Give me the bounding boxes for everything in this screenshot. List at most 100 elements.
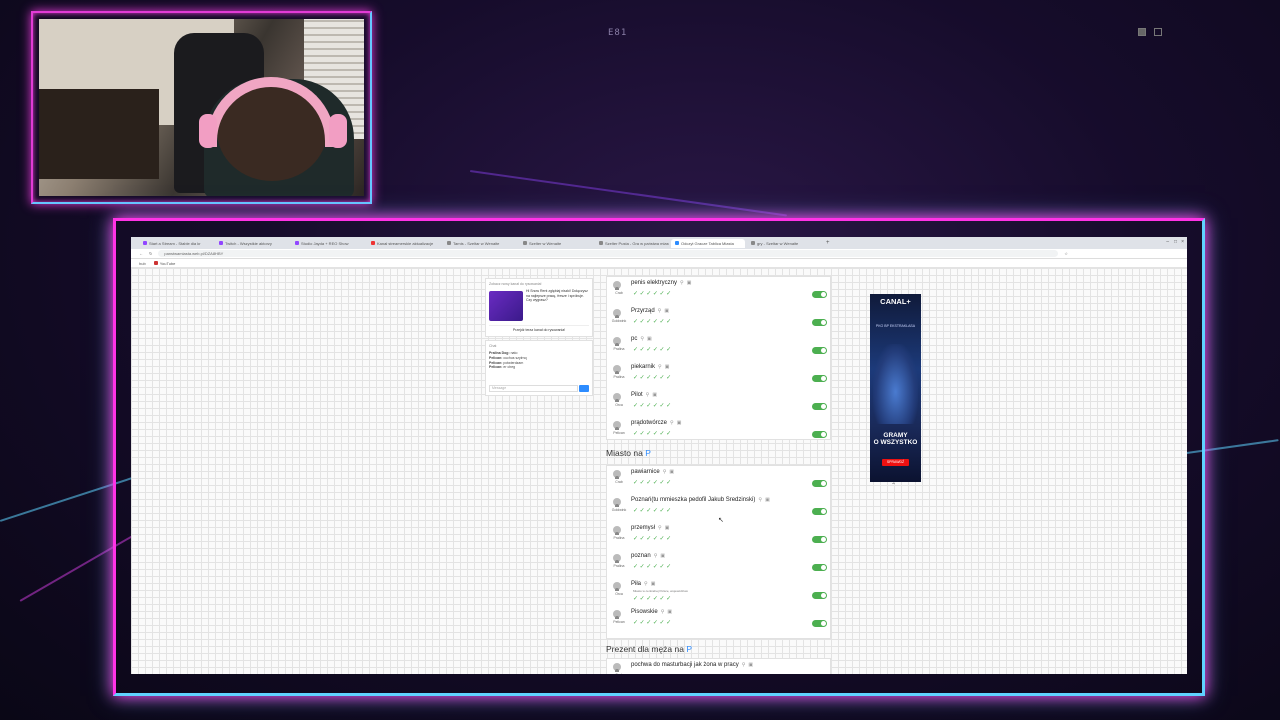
tab-favicon-icon: [751, 241, 755, 245]
tab-label: Odczyt Gracze Tablica Miasta: [681, 240, 734, 246]
reload-icon[interactable]: ↻: [149, 251, 152, 256]
image-icon[interactable]: ▣: [665, 364, 670, 370]
accept-toggle[interactable]: [812, 347, 827, 354]
url-input[interactable]: panstwamiasta.web.pl/DZA8HBY: [158, 250, 1059, 257]
bookmark-youtube[interactable]: YouTube: [153, 261, 175, 266]
image-icon[interactable]: ▣: [669, 469, 674, 475]
avatar: [613, 281, 621, 290]
image-icon[interactable]: ▣: [748, 662, 753, 668]
promo-title: Zobacz nowy kanał do rysowania!: [489, 282, 542, 286]
player-name: Goldwink: [611, 319, 627, 323]
search-icon[interactable]: ⚲: [742, 662, 746, 668]
answer-row: Orca Piła ⚲ ▣ Miasto w centralnej Polsce, wo…: [607, 578, 830, 606]
answer-row: Pralina pc ⚲ ▣ ✓✓✓✓✓✓: [607, 333, 830, 361]
accept-toggle[interactable]: [812, 564, 827, 571]
minimize-icon[interactable]: –: [1166, 239, 1169, 245]
chat-message: Pelican: er cheg: [489, 365, 516, 370]
image-icon[interactable]: ▣: [660, 553, 665, 559]
answers-panel-city: Crab pawiarnice ⚲ ▣ ✓✓✓✓✓✓ Goldwink Poznań(tu …: [606, 465, 831, 639]
close-icon[interactable]: ×: [1181, 239, 1184, 245]
accept-toggle[interactable]: [812, 403, 827, 410]
accept-toggle[interactable]: [812, 431, 827, 438]
vote-checks: ✓✓✓✓✓✓: [633, 596, 673, 602]
image-icon[interactable]: ▣: [651, 581, 656, 587]
image-icon[interactable]: ▣: [665, 525, 670, 531]
ad-cta-button[interactable]: SPRAWDŹ: [882, 459, 909, 466]
ad-league: PKO BP EKSTRAKLASA: [875, 324, 916, 328]
maximize-icon[interactable]: □: [1174, 239, 1177, 245]
accept-toggle[interactable]: [812, 480, 827, 487]
accept-toggle[interactable]: [812, 620, 827, 627]
search-icon[interactable]: ⚲: [680, 280, 684, 286]
answer-text: Pisowskie ⚲ ▣: [631, 609, 673, 615]
player-name: Pelican: [613, 620, 625, 624]
tab-label: Szelter w Wenaite: [529, 240, 562, 246]
avatar: [613, 610, 621, 619]
chat-send-button[interactable]: [579, 385, 589, 392]
accept-toggle[interactable]: [812, 291, 827, 298]
image-icon[interactable]: ▣: [647, 336, 652, 342]
chevron-up-icon[interactable]: ⌃: [891, 482, 896, 489]
browser-tab[interactable]: Szelter Pusta - Gra w państwa miasta: [595, 239, 669, 248]
avatar: [613, 526, 621, 535]
chat-message-input[interactable]: Message: [489, 385, 578, 392]
accept-toggle[interactable]: [812, 319, 827, 326]
search-icon[interactable]: ⚲: [658, 525, 662, 531]
search-icon[interactable]: ⚲: [640, 336, 644, 342]
search-icon[interactable]: ⚲: [658, 364, 662, 370]
search-icon[interactable]: ⚲: [658, 308, 662, 314]
search-icon[interactable]: ⚲: [663, 469, 667, 475]
browser-tab[interactable]: Kanał streamerskie aktualizacje: [367, 239, 441, 248]
back-icon[interactable]: ←: [139, 251, 143, 256]
vote-checks: ✓✓✓✓✓✓: [633, 564, 673, 570]
search-icon[interactable]: ⚲: [654, 553, 658, 559]
browser-tab[interactable]: Szelter w Wenaite: [519, 239, 593, 248]
avatar: [613, 393, 621, 402]
browser-tab[interactable]: Odczyt Gracze Tablica Miasta: [671, 238, 745, 248]
answer-text: penis elektryczny ⚲ ▣: [631, 280, 692, 286]
accept-toggle[interactable]: [812, 375, 827, 382]
tab-label: Studio Jayda + REO Show: [301, 240, 349, 246]
search-icon[interactable]: ⚲: [661, 609, 665, 615]
search-icon[interactable]: ⚲: [670, 420, 674, 426]
answer-text: poznan ⚲ ▣: [631, 553, 666, 559]
tab-label: Start a Stream - Stable dia kr: [149, 240, 201, 246]
avatar: [613, 554, 621, 563]
tab-favicon-icon: [143, 241, 147, 245]
image-icon[interactable]: ▣: [765, 497, 770, 503]
browser-tab[interactable]: Start a Stream - Stable dia kr: [139, 239, 213, 248]
tab-favicon-icon: [447, 241, 451, 245]
avatar: [613, 365, 621, 374]
overlay-square-icon: [1138, 28, 1146, 36]
answer-text: piekarnik ⚲ ▣: [631, 364, 670, 370]
new-tab-icon[interactable]: +: [826, 240, 830, 246]
browser-tab[interactable]: Twitch - Wszystkie aktorzy: [215, 239, 289, 248]
tab-label: Twitch - Wszystkie aktorzy: [225, 240, 272, 246]
image-icon[interactable]: ▣: [664, 308, 669, 314]
image-icon[interactable]: ▣: [677, 420, 682, 426]
answer-text: Przyrząd ⚲ ▣: [631, 308, 670, 314]
accept-toggle[interactable]: [812, 508, 827, 515]
promo-button[interactable]: Przejdź teraz kanał do rysowania!: [489, 325, 589, 333]
category-title-gift: Prezent dla męża na P: [606, 644, 692, 654]
image-icon[interactable]: ▣: [652, 392, 657, 398]
accept-toggle[interactable]: [812, 592, 827, 599]
image-icon[interactable]: ▣: [667, 609, 672, 615]
category-title-city: Miasto na P: [606, 448, 651, 458]
image-icon[interactable]: ▣: [687, 280, 692, 286]
avatar: [613, 663, 621, 672]
browser-tab[interactable]: Tarnis - Szeltar w Wenaite: [443, 239, 517, 248]
browser-tab[interactable]: Studio Jayda + REO Show: [291, 239, 365, 248]
bookmark-star-icon[interactable]: ☆: [1064, 251, 1068, 256]
search-icon[interactable]: ⚲: [644, 581, 648, 587]
browser-tab[interactable]: gry - Szeltar w Wenaite: [747, 239, 821, 248]
search-icon[interactable]: ⚲: [758, 497, 762, 503]
search-icon[interactable]: ⚲: [646, 392, 650, 398]
tab-favicon-icon: [219, 241, 223, 245]
vote-checks: ✓✓✓✓✓✓: [633, 319, 673, 325]
bookmark-hub[interactable]: hub: [139, 261, 146, 266]
avatar: [613, 582, 621, 591]
accept-toggle[interactable]: [812, 536, 827, 543]
bookmarks-bar: hub YouTube: [131, 259, 1187, 268]
advertisement-banner[interactable]: CANAL+ PKO BP EKSTRAKLASA GRAMY O WSZYSTK…: [870, 294, 921, 482]
